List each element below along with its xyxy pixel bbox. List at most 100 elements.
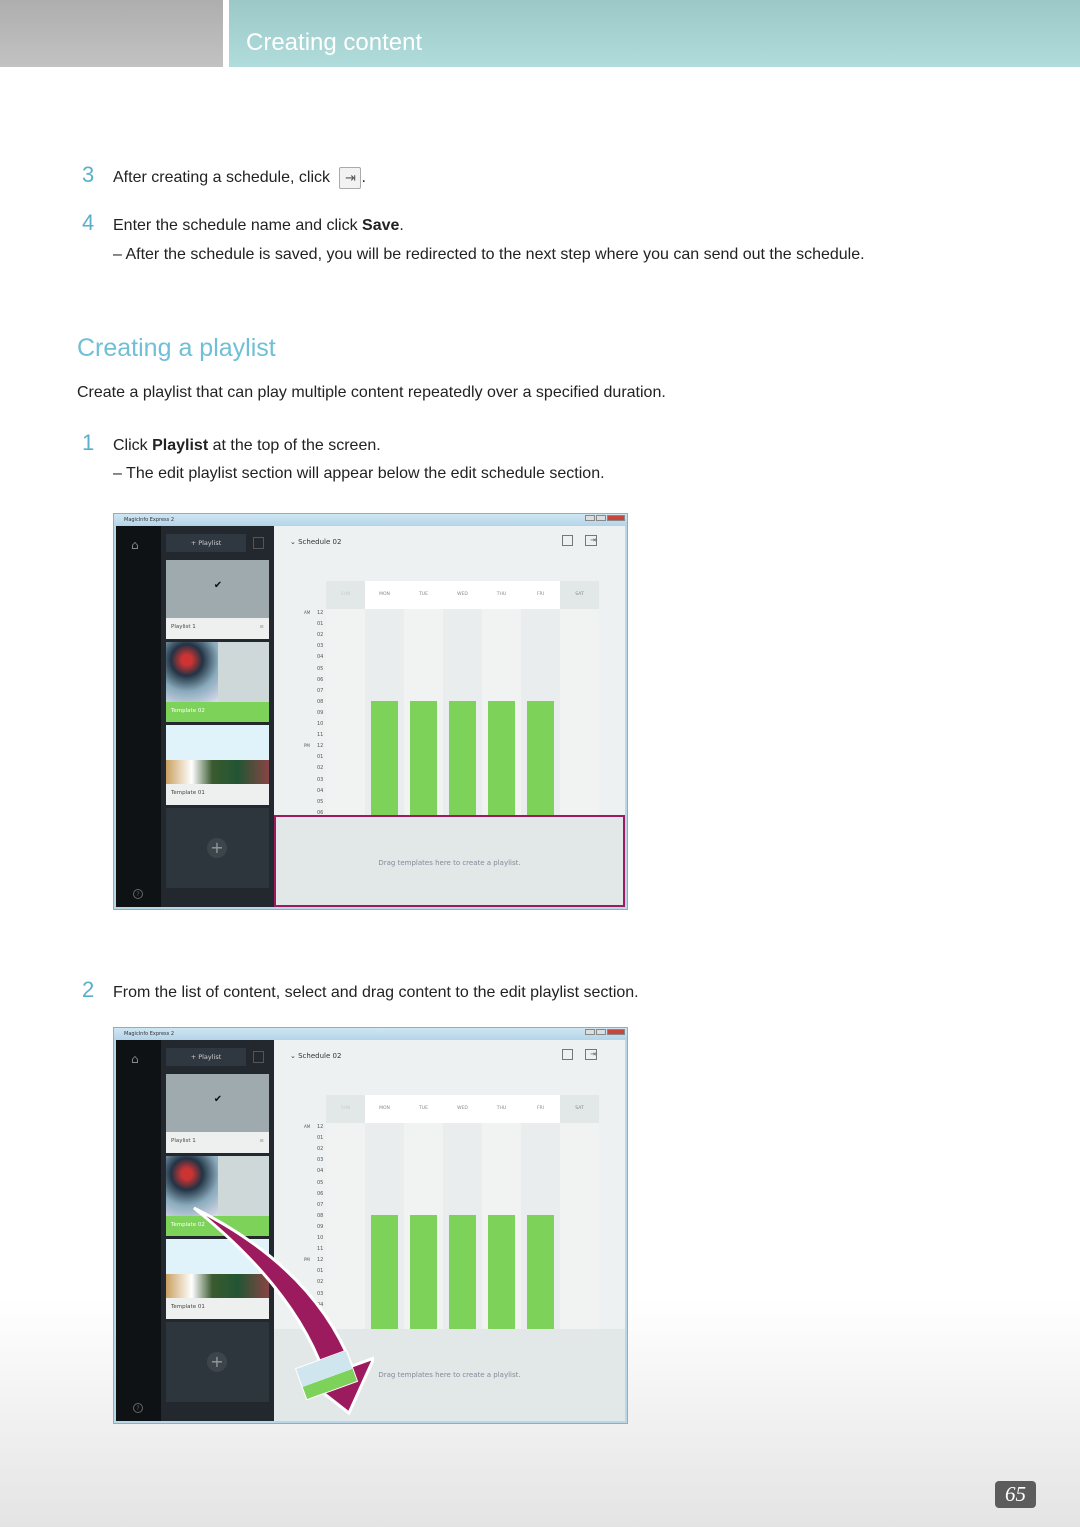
day-header-mon: MON [365,1095,404,1123]
am-label: AM [304,1124,311,1129]
save-icon[interactable] [562,535,573,546]
template-card[interactable]: Template 01 [166,725,269,805]
schedule-block[interactable] [371,1215,398,1329]
nav-rail: ⌂ ? [116,1040,161,1421]
screenshot-1: MagicInfo Express 2 ⌂ ? + Playlist ✔ Pla… [113,513,628,910]
template-thumbnail [166,642,218,702]
hour-label: 06 [317,1190,324,1197]
export-schedule-icon[interactable]: ⇥ [585,1049,597,1060]
day-header-mon: MON [365,581,404,609]
add-playlist-button[interactable]: + Playlist [166,1048,246,1066]
hour-label: 04 [317,787,324,794]
schedule-title[interactable]: ⌄ Schedule 02 [290,1052,341,1060]
hour-label: 04 [317,1168,324,1175]
day-header-sat: SAT [560,581,599,609]
window-titlebar: MagicInfo Express 2 [114,1028,627,1040]
add-content-button[interactable]: + [166,808,269,888]
menu-icon[interactable]: ≡ [259,624,264,630]
hour-label: 10 [317,721,324,727]
step-4: 4 Enter the schedule name and click Save… [82,210,404,235]
day-header-wed: WED [443,581,482,609]
heading-creating-playlist: Creating a playlist [77,334,276,362]
hour-label: 06 [317,676,324,683]
hour-label: 03 [317,643,324,650]
template-thumbnail [166,760,269,784]
hour-label: 11 [317,732,324,739]
layout-icon[interactable] [253,1051,264,1063]
close-button[interactable] [607,1029,625,1035]
menu-icon[interactable]: ≡ [259,1138,264,1144]
schedule-block[interactable] [488,701,515,815]
day-header-sun: SUN [326,581,365,609]
day-column[interactable] [560,1123,599,1329]
playlist-card[interactable]: ✔ Playlist 1 ≡ [166,560,269,639]
hour-label: 09 [317,709,324,716]
schedule-block[interactable] [410,1215,437,1329]
step-2: 2 From the list of content, select and d… [82,977,639,1002]
day-header-sat: SAT [560,1095,599,1123]
help-icon[interactable]: ? [133,889,143,899]
hour-label: 03 [317,776,324,783]
day-header-tue: TUE [404,581,443,609]
day-header-fri: FRI [521,1095,560,1123]
step-3: 3 After creating a schedule, click ⇥. [82,162,366,189]
check-icon: ✔ [213,1094,223,1105]
hour-label: 07 [317,687,324,694]
minimize-button[interactable] [585,1029,595,1035]
schedule-editor: ⌄ Schedule 02 ⇥ SUN MON TUE WED THU FRI SAT 12 01… [274,526,625,907]
help-icon[interactable]: ? [133,1403,143,1413]
hour-label: 02 [317,1146,324,1153]
day-header-sun: SUN [326,1095,365,1123]
schedule-block[interactable] [449,1215,476,1329]
pm-label: PM [304,743,310,749]
schedule-block[interactable] [449,701,476,815]
step-1: 1 Click Playlist at the top of the scree… [82,430,381,455]
hour-label: 12 [317,743,324,750]
check-icon: ✔ [213,580,223,591]
export-schedule-icon: ⇥ [339,166,362,189]
day-header-thu: THU [482,581,521,609]
hour-label: 02 [317,765,324,772]
day-header-wed: WED [443,1095,482,1123]
hour-label: 05 [317,1179,324,1186]
maximize-button[interactable] [596,1029,606,1035]
hour-label: 12 [317,1124,324,1130]
header-grey-block [0,0,223,67]
layout-icon[interactable] [253,537,264,549]
hour-label: 04 [317,654,324,661]
schedule-block[interactable] [527,701,554,815]
home-icon[interactable]: ⌂ [131,538,139,552]
day-column[interactable] [560,609,599,815]
schedule-block[interactable] [371,701,398,815]
nav-rail: ⌂ ? [116,526,161,907]
hour-label: 02 [317,632,324,639]
close-button[interactable] [607,515,625,521]
playlist-card[interactable]: ✔ Playlist 1 ≡ [166,1074,269,1153]
hour-label: 03 [317,1157,324,1164]
note-edit-playlist: – The edit playlist section will appear … [113,465,605,482]
maximize-button[interactable] [596,515,606,521]
note-schedule-saved: – After the schedule is saved, you will … [113,246,865,263]
plus-icon: + [207,838,227,858]
export-schedule-icon[interactable]: ⇥ [585,535,597,546]
window-titlebar: MagicInfo Express 2 [114,514,627,526]
playlist-drop-zone[interactable]: Drag templates here to create a playlist… [274,815,625,907]
day-column[interactable] [326,609,365,815]
intro-text: Create a playlist that can play multiple… [77,384,666,401]
save-icon[interactable] [562,1049,573,1060]
schedule-block[interactable] [527,1215,554,1329]
hour-label: 01 [317,1135,324,1142]
hour-label: 01 [317,754,324,761]
screenshot-2: MagicInfo Express 2 ⌂ ? + Playlist ✔ Pla… [113,1027,628,1424]
template-card[interactable]: Template 02 [166,642,269,722]
day-header-tue: TUE [404,1095,443,1123]
schedule-block[interactable] [410,701,437,815]
add-playlist-button[interactable]: + Playlist [166,534,246,552]
home-icon[interactable]: ⌂ [131,1052,139,1066]
schedule-title[interactable]: ⌄ Schedule 02 [290,538,341,546]
schedule-block[interactable] [488,1215,515,1329]
section-title: Creating content [246,29,423,56]
minimize-button[interactable] [585,515,595,521]
hour-label: 05 [317,798,324,805]
am-label: AM [304,610,311,615]
